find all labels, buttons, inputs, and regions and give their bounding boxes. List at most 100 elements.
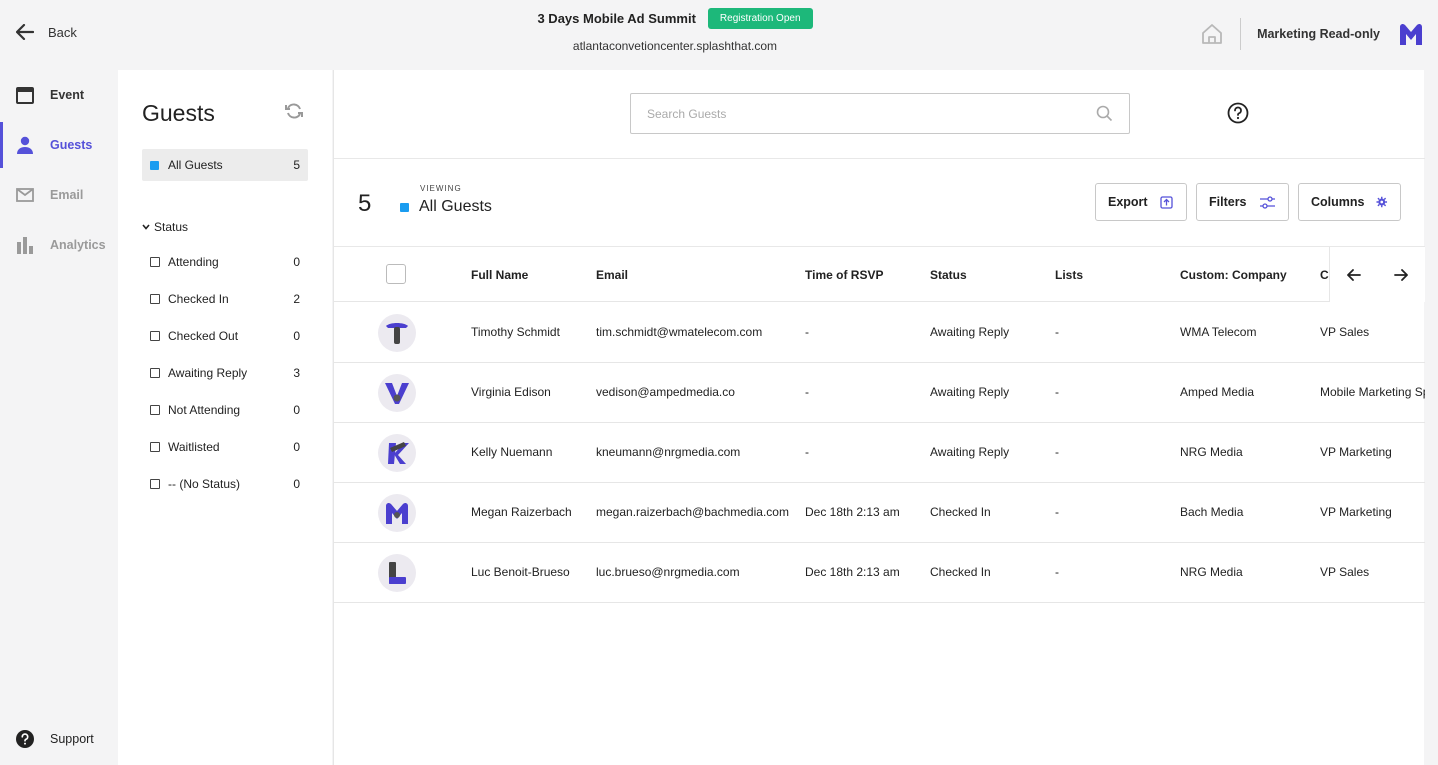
letter-v-avatar-icon <box>385 383 409 404</box>
list-label: All Guests <box>168 158 223 172</box>
event-url[interactable]: atlantaconvetioncenter.splashthat.com <box>0 39 1350 53</box>
letter-m-avatar-icon <box>386 502 408 524</box>
user-role-label[interactable]: Marketing Read-only <box>1257 27 1380 41</box>
search-input[interactable] <box>647 106 1096 121</box>
calendar-icon <box>16 86 34 104</box>
search-icon[interactable] <box>1096 105 1113 122</box>
status-count: 0 <box>293 440 300 454</box>
cell-time-of-rsvp: Dec 18th 2:13 am <box>805 505 900 519</box>
upload-icon <box>1159 195 1173 209</box>
bar-chart-icon <box>17 237 33 254</box>
event-title: 3 Days Mobile Ad Summit <box>537 11 696 26</box>
table-row[interactable]: Megan Raizerbach megan.raizerbach@bachme… <box>334 483 1425 543</box>
status-group-toggle[interactable]: Status <box>142 220 188 234</box>
select-all-checkbox[interactable] <box>386 264 406 284</box>
status-filter-checked-in[interactable]: Checked In 2 <box>150 289 300 309</box>
person-icon <box>17 136 33 154</box>
main-content: 5 VIEWING All Guests Export Filters Colu… <box>333 70 1425 765</box>
brand-logo-icon[interactable] <box>1398 21 1424 47</box>
status-label: Checked Out <box>168 329 239 343</box>
column-header-lists[interactable]: Lists <box>1055 268 1083 282</box>
cell-time-of-rsvp: - <box>805 325 809 339</box>
left-nav: Event Guests Email Analytics <box>0 70 108 765</box>
cell-company: NRG Media <box>1180 445 1243 459</box>
status-label: Waitlisted <box>168 440 220 454</box>
cell-full-name: Megan Raizerbach <box>471 505 572 519</box>
cell-email: kneumann@nrgmedia.com <box>596 445 741 459</box>
home-icon[interactable] <box>1200 22 1224 46</box>
status-filter-not-attending[interactable]: Not Attending 0 <box>150 400 300 420</box>
status-count: 2 <box>293 292 300 306</box>
table-row[interactable]: Timothy Schmidt tim.schmidt@wmatelecom.c… <box>334 303 1425 363</box>
cell-custom-title: VP Marketing <box>1320 445 1392 459</box>
nav-item-analytics[interactable]: Analytics <box>0 222 108 268</box>
status-checkbox[interactable] <box>150 442 160 452</box>
status-label: Attending <box>168 255 219 269</box>
nav-item-label: Event <box>50 88 85 102</box>
column-header-email[interactable]: Email <box>596 268 628 282</box>
status-filter-checked-out[interactable]: Checked Out 0 <box>150 326 300 346</box>
export-button[interactable]: Export <box>1095 183 1187 221</box>
table-header: Full Name Email Time of RSVP Status List… <box>334 247 1425 302</box>
status-checkbox[interactable] <box>150 368 160 378</box>
current-list-name: All Guests <box>419 198 492 215</box>
cell-full-name: Timothy Schmidt <box>471 325 560 339</box>
cell-email: megan.raizerbach@bachmedia.com <box>596 505 789 519</box>
column-header-full-name[interactable]: Full Name <box>471 268 528 282</box>
letter-k-avatar-icon <box>388 442 409 464</box>
nav-item-email[interactable]: Email <box>0 172 108 218</box>
search-box[interactable] <box>630 93 1130 134</box>
cell-full-name: Virginia Edison <box>471 385 551 399</box>
nav-item-event[interactable]: Event <box>0 72 108 118</box>
columns-button[interactable]: Columns <box>1298 183 1401 221</box>
table-row[interactable]: Luc Benoit-Brueso luc.brueso@nrgmedia.co… <box>334 543 1425 603</box>
list-color-swatch <box>400 202 409 212</box>
list-item-all-guests[interactable]: All Guests 5 <box>142 149 308 181</box>
status-checkbox[interactable] <box>150 294 160 304</box>
table-row[interactable]: Kelly Nuemann kneumann@nrgmedia.com - Aw… <box>334 423 1425 483</box>
guest-lists-panel: Guests All Guests 5 Status Attending 0 C… <box>118 70 332 765</box>
scroll-left-button[interactable] <box>1346 268 1361 281</box>
export-label: Export <box>1108 195 1148 209</box>
status-count: 0 <box>293 403 300 417</box>
letter-t-avatar-icon <box>386 323 408 344</box>
cell-time-of-rsvp: - <box>805 445 809 459</box>
status-label: Checked In <box>168 292 229 306</box>
arrow-left-icon <box>1346 268 1361 281</box>
column-header-custom-company[interactable]: Custom: Company <box>1180 268 1287 282</box>
status-filter-attending[interactable]: Attending 0 <box>150 252 300 272</box>
refresh-icon[interactable] <box>285 103 303 119</box>
scroll-right-button[interactable] <box>1394 268 1409 281</box>
list-count: 5 <box>293 158 300 172</box>
column-header-status[interactable]: Status <box>930 268 967 282</box>
support-button[interactable]: Support <box>16 730 94 748</box>
nav-item-guests[interactable]: Guests <box>0 122 108 168</box>
table-row[interactable]: Virginia Edison vedison@ampedmedia.co - … <box>334 363 1425 423</box>
panel-title: Guests <box>142 100 215 126</box>
status-filter-waitlisted[interactable]: Waitlisted 0 <box>150 437 300 457</box>
status-label: -- (No Status) <box>168 477 241 491</box>
sliders-icon <box>1259 195 1275 209</box>
status-checkbox[interactable] <box>150 331 160 341</box>
status-checkbox[interactable] <box>150 479 160 489</box>
cell-company: WMA Telecom <box>1180 325 1257 339</box>
guest-count: 5 <box>358 190 372 217</box>
help-icon[interactable] <box>1227 102 1249 124</box>
column-header-time-of-rsvp[interactable]: Time of RSVP <box>805 268 883 282</box>
chevron-down-icon <box>142 224 150 230</box>
list-color-swatch <box>150 160 159 170</box>
cell-time-of-rsvp: Dec 18th 2:13 am <box>805 565 900 579</box>
status-filter-no-status[interactable]: -- (No Status) 0 <box>150 474 300 494</box>
cell-company: Amped Media <box>1180 385 1255 399</box>
cell-lists: - <box>1055 445 1059 459</box>
cell-full-name: Kelly Nuemann <box>471 445 553 459</box>
top-bar: Back 3 Days Mobile Ad Summit Registratio… <box>0 0 1438 70</box>
cell-lists: - <box>1055 325 1059 339</box>
status-checkbox[interactable] <box>150 257 160 267</box>
letter-l-avatar-icon <box>389 562 406 584</box>
status-filter-awaiting-reply[interactable]: Awaiting Reply 3 <box>150 363 300 383</box>
event-header: 3 Days Mobile Ad Summit Registration Ope… <box>0 8 1350 53</box>
cell-email: luc.brueso@nrgmedia.com <box>596 565 740 579</box>
status-checkbox[interactable] <box>150 405 160 415</box>
filters-button[interactable]: Filters <box>1196 183 1289 221</box>
